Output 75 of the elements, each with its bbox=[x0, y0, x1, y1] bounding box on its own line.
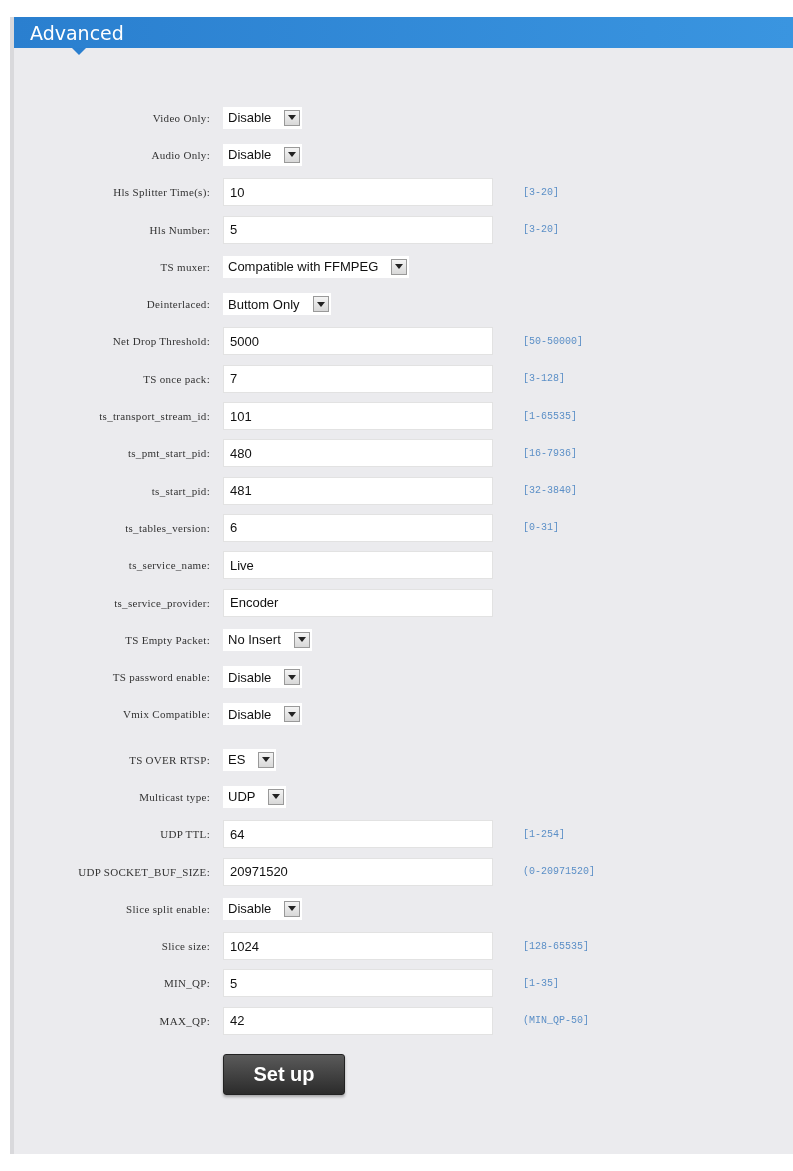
caret-icon bbox=[284, 669, 301, 686]
range-hint: [0-31] bbox=[522, 522, 560, 534]
field-label: TS Empty Packet: bbox=[125, 633, 210, 646]
text-field[interactable]: 42 bbox=[223, 1006, 493, 1035]
text-field[interactable]: 1024 bbox=[223, 932, 493, 961]
range-hint: [50-50000] bbox=[522, 335, 584, 347]
dropdown[interactable]: Compatible with FFMPEG bbox=[223, 255, 410, 278]
field-label: MIN_QP: bbox=[163, 977, 210, 990]
field-label: MAX_QP: bbox=[159, 1014, 210, 1027]
caret-icon bbox=[284, 109, 301, 126]
field-label: ts_transport_stream_id: bbox=[99, 410, 210, 422]
text-field[interactable]: 7 bbox=[223, 364, 493, 393]
field-label: UDP TTL: bbox=[160, 828, 210, 841]
text-field[interactable]: 6 bbox=[223, 513, 493, 542]
text-field[interactable]: 64 bbox=[223, 820, 493, 849]
field-label: Net Drop Threshold: bbox=[112, 335, 210, 348]
field-label: TS muxer: bbox=[160, 260, 210, 273]
field-label: ts_service_provider: bbox=[114, 596, 210, 609]
field-label: Slice split enable: bbox=[126, 902, 210, 915]
caret-icon bbox=[293, 631, 310, 648]
dropdown[interactable]: Disable bbox=[223, 703, 303, 726]
field-label: Audio Only: bbox=[151, 148, 210, 161]
text-field[interactable]: 20971520 bbox=[223, 857, 493, 886]
text-field[interactable]: Encoder bbox=[223, 588, 493, 617]
field-label: TS OVER RTSP: bbox=[129, 753, 210, 766]
dropdown[interactable]: Disable bbox=[223, 106, 303, 129]
field-label: TS password enable: bbox=[112, 671, 210, 684]
text-field[interactable]: 480 bbox=[223, 439, 493, 468]
field-label: Multicast type: bbox=[139, 791, 210, 803]
caret-icon bbox=[268, 789, 285, 805]
panel-title: Advanced bbox=[30, 21, 124, 44]
range-hint: [1-35] bbox=[522, 977, 560, 989]
field-label: TS once pack: bbox=[143, 372, 210, 385]
text-field[interactable]: 5 bbox=[223, 969, 493, 998]
caret-icon bbox=[312, 296, 329, 313]
caret-icon bbox=[284, 706, 301, 723]
range-hint: [3-20] bbox=[522, 224, 560, 236]
text-field[interactable]: 101 bbox=[223, 402, 493, 430]
range-hint: (0-20971520] bbox=[522, 866, 596, 878]
range-hint: (MIN_QP-50] bbox=[522, 1015, 590, 1027]
range-hint: [32-3840] bbox=[522, 485, 578, 497]
field-label: Hls Number: bbox=[149, 223, 210, 236]
text-field[interactable]: Live bbox=[223, 551, 493, 580]
text-field[interactable]: 481 bbox=[223, 476, 493, 505]
field-label: Slice size: bbox=[161, 940, 210, 953]
range-hint: [16-7936] bbox=[522, 447, 578, 459]
field-label: ts_service_name: bbox=[128, 559, 210, 572]
field-label: Video Only: bbox=[152, 111, 210, 124]
field-label: ts_pmt_start_pid: bbox=[127, 447, 210, 460]
range-hint: [1-254] bbox=[522, 828, 566, 840]
field-label: Hls Splitter Time(s): bbox=[113, 186, 210, 199]
dropdown[interactable]: Disable bbox=[223, 666, 303, 689]
dropdown[interactable]: Buttom Only bbox=[223, 293, 331, 316]
field-label: ts_start_pid: bbox=[151, 484, 210, 497]
field-label: Deinterlaced: bbox=[146, 298, 210, 311]
caret-icon bbox=[284, 146, 301, 163]
caret-icon bbox=[258, 751, 275, 768]
field-label: UDP SOCKET_BUF_SIZE: bbox=[78, 865, 210, 878]
field-label: ts_tables_version: bbox=[125, 521, 210, 534]
range-hint: [3-128] bbox=[522, 373, 566, 385]
caret-icon bbox=[284, 900, 301, 917]
range-hint: [1-65535] bbox=[522, 410, 578, 422]
caret-icon bbox=[391, 258, 408, 275]
text-field[interactable]: 10 bbox=[223, 178, 493, 207]
range-hint: [3-20] bbox=[522, 186, 560, 198]
range-hint: [128-65535] bbox=[522, 940, 590, 952]
dropdown[interactable]: ES bbox=[223, 748, 277, 771]
dropdown[interactable]: UDP bbox=[223, 786, 287, 808]
field-label: Vmix Compatible: bbox=[123, 708, 210, 721]
text-field[interactable]: 5000 bbox=[223, 327, 493, 356]
dropdown[interactable]: Disable bbox=[223, 897, 303, 920]
dropdown[interactable]: No Insert bbox=[223, 628, 312, 651]
setup-button[interactable]: Set up bbox=[223, 1054, 345, 1096]
dropdown[interactable]: Disable bbox=[223, 143, 303, 166]
text-field[interactable]: 5 bbox=[223, 215, 493, 244]
